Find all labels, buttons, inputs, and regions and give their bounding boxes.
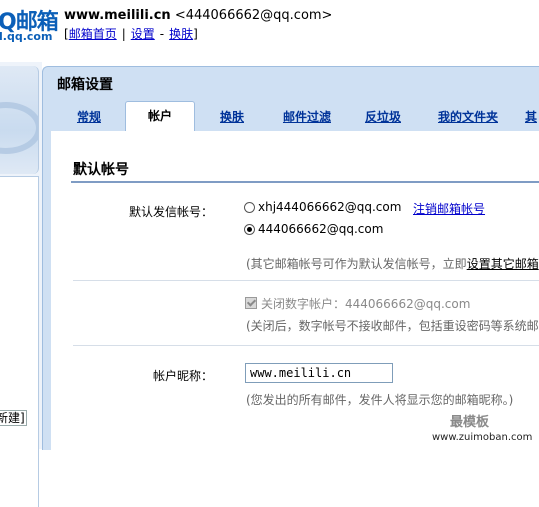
sender-option-radio[interactable]: [244, 202, 255, 213]
link-separator: -: [159, 27, 165, 41]
header: Q邮箱 l.qq.com www.meilili.cn <444066662@q…: [0, 0, 539, 62]
sender-option-radio-selected[interactable]: [244, 224, 255, 235]
row-divider: [73, 345, 539, 346]
section-divider: [71, 181, 539, 183]
account-info: www.meilili.cn <444066662@qq.com>: [64, 8, 332, 23]
account-email: <444066662@qq.com>: [174, 8, 333, 23]
nickname-label: 帐户昵称：: [153, 369, 214, 383]
account-settings-content: 默认帐号 默认发信帐号： xhj444066662@qq.com 注销邮箱帐号 …: [51, 131, 539, 450]
link-separator: |: [121, 27, 126, 41]
left-sidebar: [0, 62, 42, 507]
sidebar-banner: [0, 66, 39, 174]
tab-more[interactable]: 其: [521, 105, 539, 129]
folder-panel: [0, 176, 39, 507]
logo-domain: l.qq.com: [0, 30, 53, 43]
new-folder-button[interactable]: 新建]: [0, 410, 27, 426]
panel-title: 邮箱设置: [57, 77, 113, 93]
deregister-account-link[interactable]: 注销邮箱帐号: [413, 200, 485, 217]
row-divider: [73, 280, 539, 281]
sender-option-label[interactable]: 444066662@qq.com: [258, 222, 383, 236]
mailbox-home-link[interactable]: 邮箱首页: [69, 27, 117, 41]
tab-mail-filter[interactable]: 邮件过滤: [271, 105, 343, 129]
tab-my-folders[interactable]: 我的文件夹: [423, 105, 513, 129]
settings-link[interactable]: 设置: [131, 27, 155, 41]
account-name: www.meilili.cn: [64, 8, 171, 23]
sender-hint-text: (其它邮箱帐号可作为默认发信帐号，立即: [246, 257, 467, 271]
sender-hint: (其它邮箱帐号可作为默认发信帐号，立即设置其它邮箱: [246, 255, 539, 272]
close-digital-account-checkbox[interactable]: [245, 297, 257, 309]
settings-tabs: 常规 帐户 换肤 邮件过滤 反垃圾 我的文件夹 其: [51, 101, 539, 132]
tab-anti-spam[interactable]: 反垃圾: [353, 105, 413, 129]
default-sender-label: 默认发信帐号：: [129, 205, 214, 219]
nickname-input[interactable]: [245, 363, 393, 383]
section-title: 默认帐号: [73, 162, 129, 178]
tab-skin[interactable]: 换肤: [207, 105, 257, 129]
change-skin-link[interactable]: 换肤: [169, 27, 193, 41]
sender-option-label[interactable]: xhj444066662@qq.com: [258, 200, 401, 214]
close-digital-account-label: 关闭数字帐户：444066662@qq.com: [261, 297, 471, 311]
tab-general[interactable]: 常规: [65, 105, 113, 129]
bracket-close: ]: [193, 27, 198, 41]
swirl-decoration: [0, 102, 38, 154]
settings-panel: 邮箱设置 常规 帐户 换肤 邮件过滤 反垃圾 我的文件夹 其 默认帐号 默认发信…: [42, 66, 539, 450]
setup-other-mailbox-link[interactable]: 设置其它邮箱: [467, 257, 539, 271]
nickname-hint: (您发出的所有邮件，发件人将显示您的邮箱昵称。): [246, 393, 514, 407]
tab-account[interactable]: 帐户: [125, 101, 195, 132]
top-links: [邮箱首页 | 设置 - 换肤]: [64, 25, 198, 42]
digital-account-hint: (关闭后，数字帐号不接收邮件，包括重设密码等系统邮件: [246, 319, 539, 333]
